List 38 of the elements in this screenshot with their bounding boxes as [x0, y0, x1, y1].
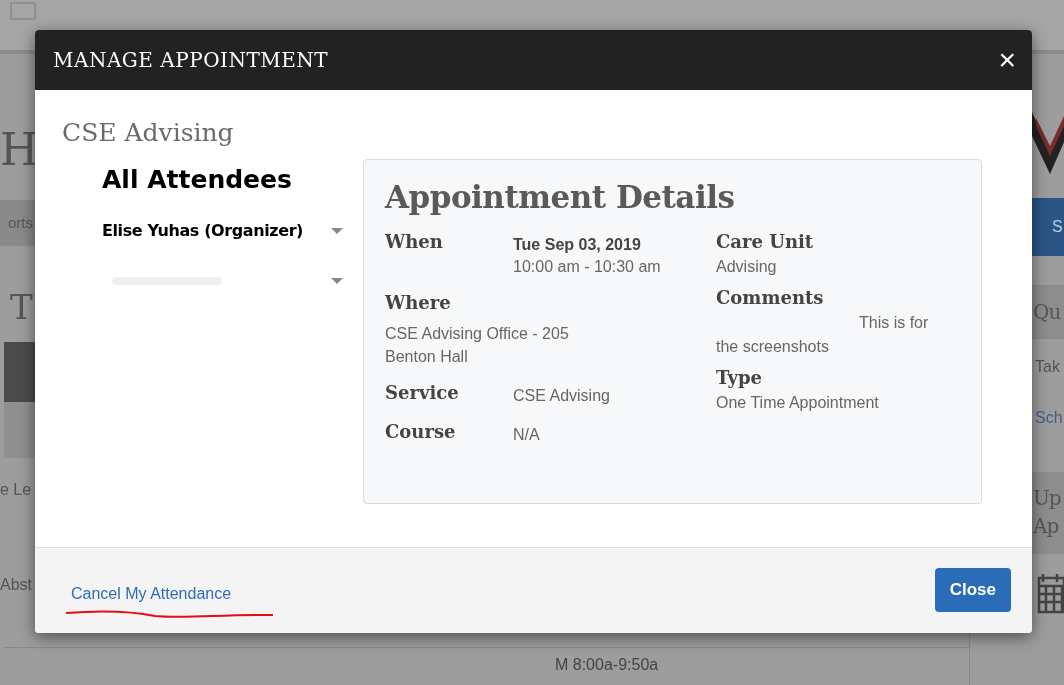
field-value: CSE Advising Office - 205 Benton Hall: [385, 324, 570, 367]
field-value: Advising: [716, 257, 778, 277]
table-header: [4, 342, 35, 402]
field-label: Service: [385, 382, 460, 404]
field-label: When: [385, 231, 444, 253]
table-cell-text: e Le: [0, 480, 32, 500]
field-value: One Time Appointment: [716, 393, 880, 413]
table-cell-text: M 8:00a-9:50a: [555, 655, 659, 675]
table-cell-text: Abst: [0, 575, 32, 595]
close-button[interactable]: Close: [934, 567, 1011, 612]
field-label: Type: [716, 367, 763, 389]
field-value: This is for the screenshots: [716, 313, 930, 357]
unit-heading: CSE Advising: [62, 120, 235, 145]
caret-icon[interactable]: [331, 278, 343, 284]
sidebar-link[interactable]: Sch: [1035, 406, 1063, 430]
field-label: Care Unit: [716, 231, 815, 253]
section-heading: T: [10, 290, 33, 324]
page-heading: H: [0, 128, 39, 172]
details-title: Appointment Details: [385, 182, 736, 213]
field-label: Where: [385, 292, 452, 314]
sidebar-heading: Qu: [1032, 285, 1064, 339]
table-subheader: [4, 402, 35, 458]
calendar-icon: [1037, 572, 1064, 614]
field-label: Course: [385, 421, 457, 443]
modal-title: MANAGE APPOINTMENT: [53, 47, 329, 74]
attendee-name: Elise Yuhas (Organizer): [102, 220, 304, 242]
attendees-heading: All Attendees: [102, 167, 293, 192]
cancel-link[interactable]: Cancel My Attendance: [71, 581, 275, 606]
sidebar-heading: Ap: [1033, 513, 1060, 540]
sidebar-text: Tak: [1035, 357, 1060, 377]
field-value: CSE Advising: [513, 386, 610, 406]
field-value: Tue Sep 03, 2019: [513, 235, 642, 255]
caret-icon[interactable]: [331, 228, 343, 234]
field-value: N/A: [513, 425, 540, 445]
field-value: 10:00 am - 10:30 am: [513, 257, 661, 277]
sidebar-button[interactable]: S: [1032, 198, 1064, 256]
sidebar-heading: Up: [1033, 485, 1062, 512]
field-label: Comments: [716, 287, 825, 309]
